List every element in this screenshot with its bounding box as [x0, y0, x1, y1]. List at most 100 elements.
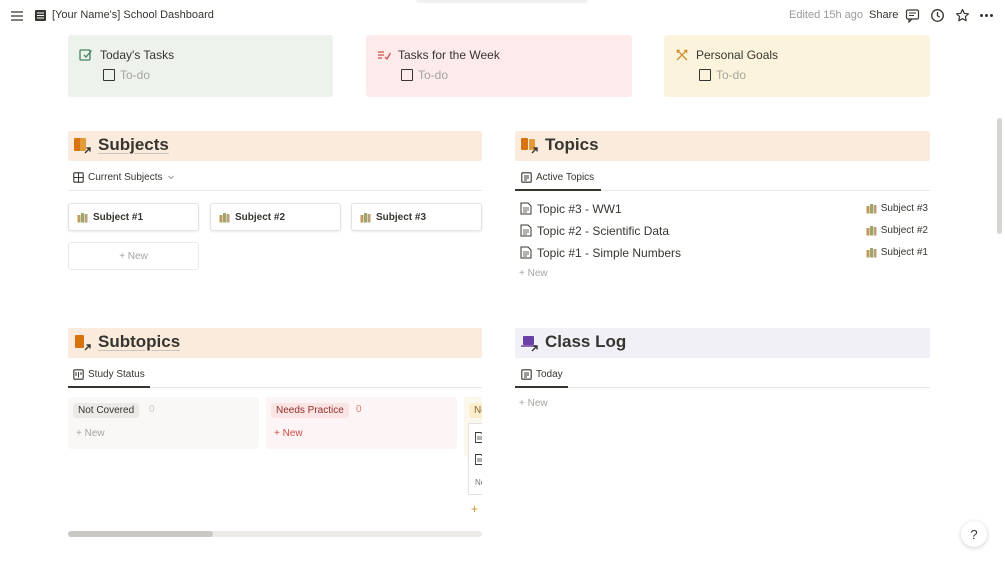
todo-placeholder[interactable]: To-do — [716, 68, 746, 82]
star-icon[interactable] — [955, 8, 970, 23]
laptop-link-icon — [520, 333, 540, 353]
gallery-icon — [73, 171, 84, 183]
clock-icon[interactable] — [930, 8, 945, 23]
card-title: Subject #2 — [235, 211, 286, 223]
page-icon — [520, 246, 532, 259]
tab-divider — [515, 387, 930, 388]
tab-divider — [68, 190, 482, 191]
help-button[interactable]: ? — [961, 521, 987, 547]
tab-today[interactable]: Today — [521, 363, 563, 385]
todo-checkbox[interactable] — [699, 69, 711, 81]
callout-title: Tasks for the Week — [398, 48, 500, 62]
books-icon — [866, 204, 877, 214]
list-item-topic[interactable]: Topic #1 - Simple Numbers Subject #1 — [516, 243, 930, 263]
list-item-topic[interactable]: Topic #2 - Scientific Data Subject #2 — [516, 221, 930, 241]
checkbox-pencil-icon — [79, 48, 93, 62]
subtopics-header: Subtopics — [68, 328, 482, 358]
related-subject[interactable]: Subject #3 — [866, 203, 928, 214]
callout-title: Today's Tasks — [100, 48, 175, 62]
new-card-button[interactable]: + New — [76, 428, 105, 439]
menu-icon[interactable] — [9, 8, 25, 24]
list-check-icon — [377, 48, 392, 62]
page-list-icon — [34, 9, 47, 22]
gallery-card-subject-1[interactable]: Subject #1 — [68, 203, 199, 231]
board-column-not-covered: Not Covered 0 + New — [68, 397, 259, 449]
top-handle — [416, 0, 588, 3]
edited-timestamp: Edited 15h ago — [789, 9, 864, 21]
tab-active-topics[interactable]: Active Topics — [521, 166, 594, 188]
new-card-button[interactable]: + — [471, 502, 478, 516]
new-topic-button[interactable]: + New — [519, 268, 548, 279]
subjects-title[interactable]: Subjects — [98, 135, 169, 155]
related-subject-label: Subject #3 — [880, 203, 928, 214]
comment-icon[interactable] — [905, 8, 920, 24]
todo-checkbox[interactable] — [401, 69, 413, 81]
new-log-button[interactable]: + New — [519, 398, 548, 409]
book-link-icon — [520, 136, 540, 156]
page-title-breadcrumb[interactable]: [Your Name's] School Dashboard — [52, 9, 214, 21]
related-subject-label: Subject #2 — [880, 225, 928, 236]
todo-placeholder[interactable]: To-do — [120, 68, 150, 82]
board-card-partial[interactable]: No — [468, 423, 482, 495]
page-icon — [520, 224, 532, 237]
list-item-topic[interactable]: Topic #3 - WW1 Subject #3 — [516, 199, 930, 219]
related-subject[interactable]: Subject #1 — [866, 247, 928, 258]
gallery-card-subject-2[interactable]: Subject #2 — [210, 203, 341, 231]
active-tab-indicator — [515, 189, 601, 191]
callout-title: Personal Goals — [696, 48, 779, 62]
tab-label: Current Subjects — [88, 171, 163, 183]
related-subject[interactable]: Subject #2 — [866, 225, 928, 236]
books-icon — [866, 248, 877, 258]
card-text: No — [475, 478, 482, 487]
list-view-icon — [521, 368, 532, 380]
list-view-icon — [521, 171, 532, 183]
top-bar: [Your Name's] School Dashboard Edited 15… — [0, 0, 1005, 32]
new-subject-button[interactable]: + New — [68, 242, 199, 270]
active-tab-indicator — [68, 386, 150, 388]
book-link-icon — [73, 333, 93, 353]
share-button[interactable]: Share — [869, 9, 898, 21]
column-count: 0 — [149, 404, 155, 415]
class-log-header: Class Log — [515, 328, 930, 358]
books-icon — [219, 212, 230, 222]
books-icon — [866, 226, 877, 236]
vertical-scrollbar[interactable] — [997, 118, 1002, 234]
new-card-button[interactable]: + New — [274, 428, 303, 439]
card-title: Subject #3 — [376, 211, 427, 223]
class-log-title[interactable]: Class Log — [545, 332, 626, 352]
books-icon — [77, 212, 88, 222]
topic-name: Topic #1 - Simple Numbers — [537, 246, 682, 260]
topics-title[interactable]: Topics — [545, 135, 599, 155]
todo-checkbox[interactable] — [103, 69, 115, 81]
tab-current-subjects[interactable]: Current Subjects — [73, 166, 180, 188]
tab-label: Active Topics — [536, 171, 595, 183]
subtopics-title[interactable]: Subtopics — [98, 332, 180, 352]
goal-icon — [675, 48, 689, 62]
books-icon — [360, 212, 371, 222]
gallery-card-subject-3[interactable]: Subject #3 — [351, 203, 482, 231]
topic-name: Topic #3 - WW1 — [537, 202, 622, 216]
chevron-down-icon — [168, 175, 175, 180]
card-title: Subject #1 — [93, 211, 144, 223]
active-tab-indicator — [515, 386, 568, 388]
tab-label: Study Status — [88, 368, 145, 380]
subjects-header: Subjects — [68, 131, 482, 161]
callout-tasks-for-the-week: Tasks for the Week To-do — [366, 35, 632, 97]
related-subject-label: Subject #1 — [880, 247, 928, 258]
todo-placeholder[interactable]: To-do — [418, 68, 448, 82]
topics-header: Topics — [515, 131, 930, 161]
page-icon — [475, 454, 482, 465]
status-badge: Needs Practice — [271, 403, 349, 418]
tab-study-status[interactable]: Study Status — [73, 363, 145, 385]
status-badge: Not Covered — [73, 403, 140, 418]
horizontal-scrollbar-thumb[interactable] — [68, 531, 213, 537]
topic-name: Topic #2 - Scientific Data — [537, 224, 670, 238]
page-icon — [475, 432, 482, 443]
board-icon — [73, 368, 84, 380]
board-column-needs-practice: Needs Practice 0 + New — [266, 397, 457, 449]
callout-personal-goals: Personal Goals To-do — [664, 35, 930, 97]
more-icon[interactable] — [979, 8, 994, 23]
column-count: 0 — [356, 404, 362, 415]
page-icon — [520, 202, 532, 215]
book-link-icon — [73, 136, 93, 156]
